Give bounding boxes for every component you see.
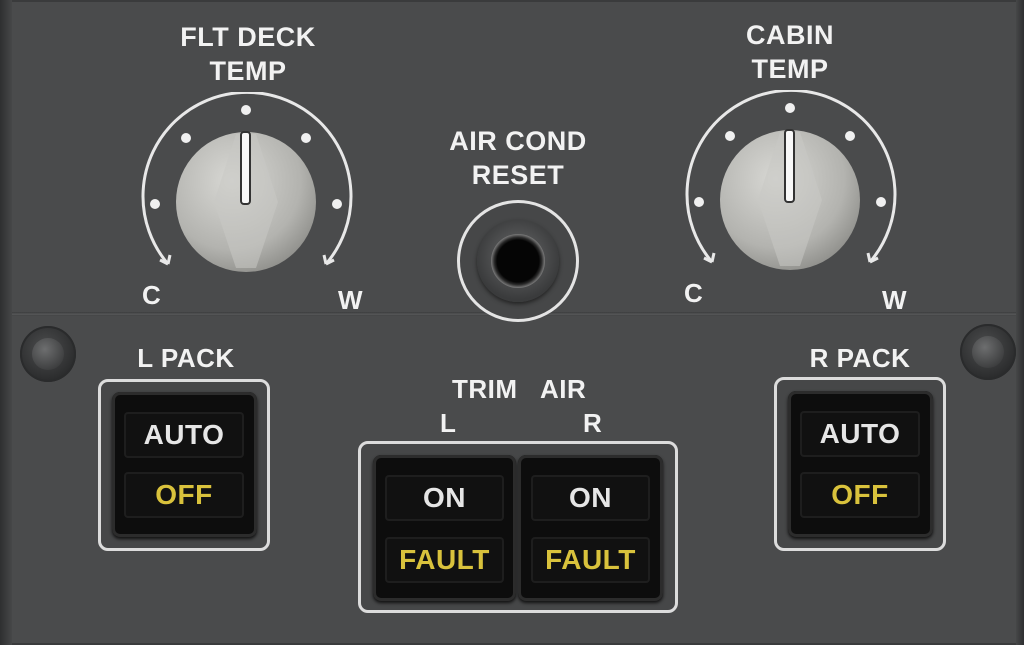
cabin-temp-label-line1: CABIN	[746, 20, 834, 50]
air-cond-reset-label-line1: AIR COND	[449, 126, 587, 156]
trim-air-right-label: R	[583, 408, 603, 438]
flt-deck-temp-label-line2: TEMP	[209, 56, 287, 86]
cabin-temp-warm-label: W	[882, 285, 908, 315]
trim-air-left-switch[interactable]: ON FAULT	[373, 455, 516, 601]
air-cond-reset-hole	[491, 234, 545, 288]
r-pack-auto-legend: AUTO	[800, 411, 920, 457]
trim-air-right-fault-legend: FAULT	[531, 537, 650, 583]
r-pack-switch[interactable]: AUTO OFF	[788, 391, 933, 537]
l-pack-auto-legend: AUTO	[124, 412, 244, 458]
right-panel-screw	[960, 324, 1016, 380]
air-cond-reset-label: AIR COND RESET	[430, 124, 606, 192]
trim-air-trim-label: TRIM	[452, 374, 518, 404]
panel-left-edge	[0, 0, 12, 645]
panel-right-edge	[1016, 0, 1024, 645]
left-panel-screw	[20, 326, 76, 382]
flt-deck-temp-cold-label: C	[142, 280, 162, 310]
trim-air-left-label: L	[440, 408, 457, 438]
trim-air-air-label: AIR	[540, 374, 587, 404]
cabin-temp-label: CABIN TEMP	[700, 18, 880, 86]
air-cond-reset-button[interactable]	[457, 200, 579, 322]
air-cond-reset-bezel	[477, 220, 559, 302]
l-pack-off-legend: OFF	[124, 472, 244, 518]
cabin-temp-cold-label: C	[684, 278, 704, 308]
cabin-temp-knob[interactable]	[672, 90, 908, 300]
l-pack-switch[interactable]: AUTO OFF	[112, 392, 257, 537]
l-pack-label: L PACK	[137, 343, 235, 373]
flt-deck-temp-knob[interactable]	[128, 92, 364, 302]
air-cond-reset-label-line2: RESET	[471, 160, 565, 190]
trim-air-left-fault-legend: FAULT	[385, 537, 504, 583]
trim-air-right-on-legend: ON	[531, 475, 650, 521]
flt-deck-temp-warm-label: W	[338, 285, 364, 315]
r-pack-label: R PACK	[809, 343, 911, 373]
trim-air-left-on-legend: ON	[385, 475, 504, 521]
trim-air-right-switch[interactable]: ON FAULT	[518, 455, 663, 601]
r-pack-off-legend: OFF	[800, 472, 920, 518]
flt-deck-temp-label: FLT DECK TEMP	[150, 20, 346, 88]
flt-deck-temp-label-line1: FLT DECK	[180, 22, 316, 52]
air-conditioning-panel: FLT DECK TEMP C W CABIN TEMP C W AIR CON…	[0, 0, 1024, 645]
cabin-temp-label-line2: TEMP	[751, 54, 829, 84]
